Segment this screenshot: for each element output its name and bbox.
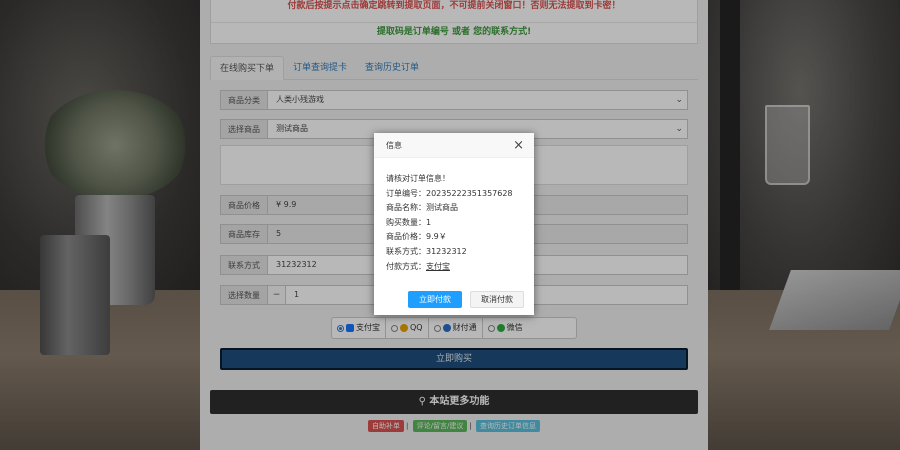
dialog-line-check: 请核对订单信息！ bbox=[386, 174, 450, 183]
dialog-line-contact: 联系方式：31232312 bbox=[386, 246, 467, 256]
pay-now-button[interactable]: 立即付款 bbox=[408, 291, 462, 308]
dialog-line-price: 商品价格：9.9￥ bbox=[386, 232, 447, 242]
pay-method-value: 支付宝 bbox=[426, 261, 450, 271]
dialog-line-product: 商品名称：测试商品 bbox=[386, 203, 458, 213]
close-icon[interactable]: × bbox=[513, 133, 524, 158]
dialog-title: 信息 bbox=[386, 141, 402, 150]
order-confirm-dialog: 信息 × 请核对订单信息！ 订单编号：20235222351357628 商品名… bbox=[374, 133, 534, 315]
cancel-payment-button[interactable]: 取消付款 bbox=[470, 291, 524, 308]
pay-method-label: 付款方式： bbox=[386, 261, 426, 271]
dialog-line-order-no: 订单编号：20235222351357628 bbox=[386, 188, 513, 198]
dialog-buttons: 立即付款 取消付款 bbox=[408, 291, 524, 308]
dialog-body: 请核对订单信息！ 订单编号：20235222351357628 商品名称：测试商… bbox=[374, 158, 534, 274]
dialog-line-quantity: 购买数量：1 bbox=[386, 217, 432, 227]
dialog-header: 信息 × bbox=[374, 133, 534, 158]
dialog-line-pay-method: 付款方式：支付宝 bbox=[386, 260, 522, 275]
